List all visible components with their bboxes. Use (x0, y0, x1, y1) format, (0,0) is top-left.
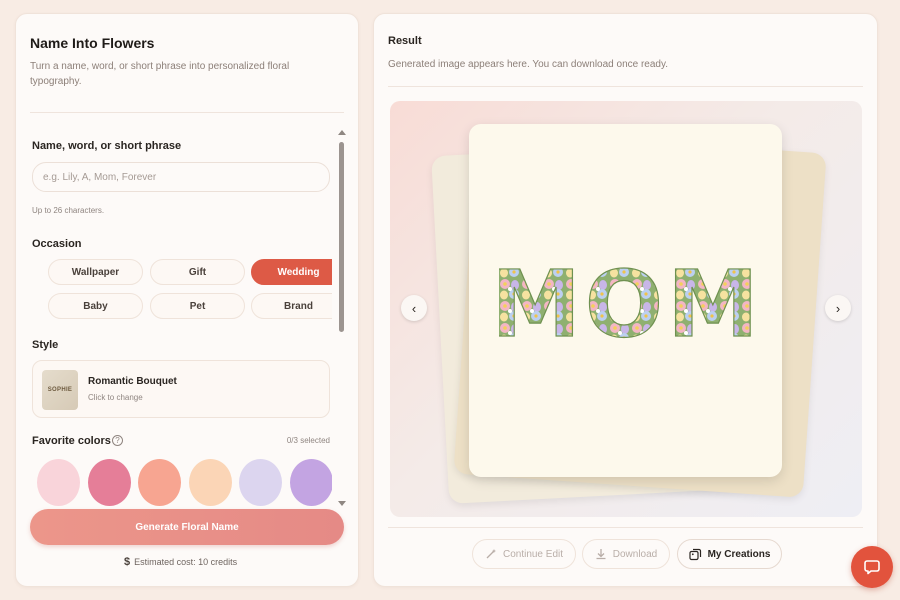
preview-card[interactable]: MOM (469, 124, 782, 477)
download-button[interactable]: Download (582, 539, 670, 569)
scrollbar-thumb[interactable] (339, 142, 344, 332)
settings-panel: Name Into Flowers Turn a name, word, or … (15, 13, 359, 587)
occasion-chip-gift[interactable]: Gift (150, 259, 245, 285)
color-swatch[interactable] (239, 459, 282, 506)
occasion-chip-wedding[interactable]: Wedding (251, 259, 332, 285)
name-label: Name, word, or short phrase (32, 140, 182, 152)
page-description: Turn a name, word, or short phrase into … (30, 61, 290, 87)
scrollbar[interactable] (336, 126, 348, 508)
next-button[interactable]: › (825, 295, 851, 321)
occasion-chip-wallpaper[interactable]: Wallpaper (48, 259, 143, 285)
style-name: Romantic Bouquet (88, 376, 177, 387)
name-input[interactable] (32, 162, 330, 192)
color-swatch[interactable] (37, 459, 80, 506)
download-label: Download (612, 548, 658, 560)
occasion-chip-pet[interactable]: Pet (150, 293, 245, 319)
favorite-colors-label: Favorite colors (32, 435, 111, 447)
result-subtitle: Generated image appears here. You can do… (388, 59, 669, 70)
result-panel: Result Generated image appears here. You… (373, 13, 878, 587)
form-scroll-area: Name, word, or short phrase Up to 26 cha… (30, 126, 332, 506)
estimated-cost: $ Estimated cost: 10 credits (124, 556, 237, 568)
continue-edit-button[interactable]: Continue Edit (472, 539, 576, 569)
divider (388, 86, 863, 87)
color-swatch[interactable] (289, 459, 332, 506)
my-creations-button[interactable]: My Creations (677, 539, 782, 569)
my-creations-label: My Creations (707, 548, 771, 560)
previous-button[interactable]: ‹ (401, 295, 427, 321)
download-icon (596, 549, 606, 560)
color-swatch[interactable] (188, 459, 232, 506)
generate-button[interactable]: Generate Floral Name (30, 509, 344, 545)
name-hint: Up to 26 characters. (32, 206, 105, 215)
favorite-colors-count: 0/3 selected (286, 436, 330, 445)
chat-icon (864, 560, 880, 575)
continue-edit-label: Continue Edit (502, 548, 564, 560)
chat-button[interactable] (851, 546, 893, 588)
preview-word: MOM (499, 256, 753, 346)
occasion-chip-baby[interactable]: Baby (48, 293, 143, 319)
dollar-icon: $ (124, 556, 131, 568)
divider (30, 112, 344, 113)
style-change-hint: Click to change (88, 393, 143, 402)
divider (388, 527, 863, 528)
page-title: Name Into Flowers (30, 35, 155, 51)
help-icon[interactable]: ? (112, 435, 123, 446)
result-preview-area: MOM ‹ › (390, 101, 862, 517)
favorite-colors-header: Favorite colors ? 0/3 selected (32, 435, 330, 449)
style-thumbnail: SOPHIE (42, 370, 78, 410)
color-swatch[interactable] (87, 459, 131, 506)
style-selector[interactable]: SOPHIE Romantic Bouquet Click to change (32, 360, 330, 418)
magic-wand-icon (486, 549, 496, 559)
occasion-label: Occasion (32, 238, 82, 250)
estimated-cost-text: Estimated cost: 10 credits (134, 557, 238, 567)
gallery-icon (688, 548, 701, 560)
scroll-up-icon[interactable] (338, 130, 346, 135)
floral-word-image: MOM (499, 256, 753, 346)
scroll-down-icon[interactable] (338, 501, 346, 506)
style-thumbnail-text: SOPHIE (47, 387, 73, 393)
occasion-chip-brand[interactable]: Brand (251, 293, 332, 319)
result-title: Result (388, 35, 422, 47)
style-label: Style (32, 339, 59, 351)
color-swatch[interactable] (138, 459, 181, 506)
